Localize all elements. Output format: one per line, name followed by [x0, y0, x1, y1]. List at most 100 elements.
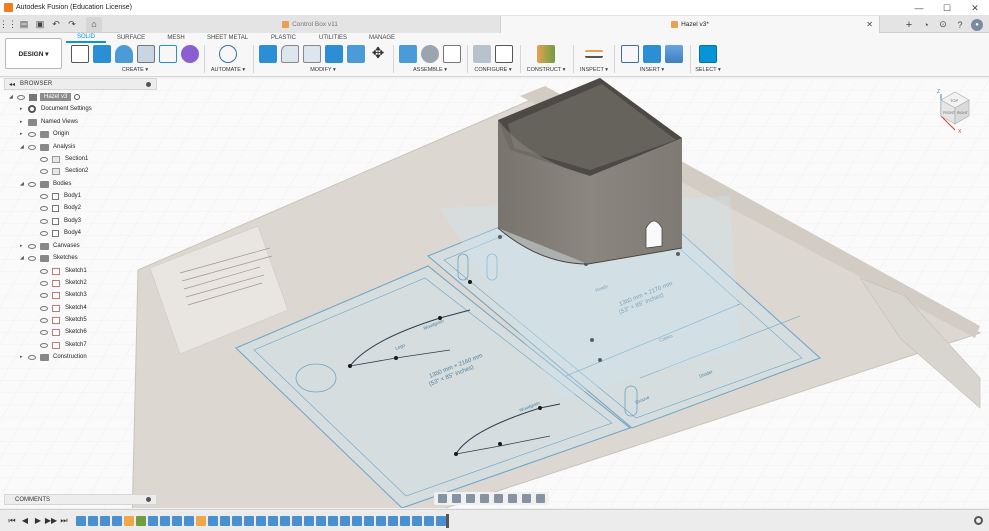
viewport-canvas[interactable]: 1360 mm × 2160 mm (53" × 85" inches) 136…	[0, 78, 989, 508]
sketch-points[interactable]	[348, 235, 680, 456]
tree-item-body3[interactable]: Body3	[40, 215, 81, 227]
help-icon[interactable]: ?	[954, 19, 966, 31]
select-icon[interactable]	[699, 45, 717, 63]
orbit-icon[interactable]	[438, 494, 447, 503]
fillet-icon[interactable]	[281, 45, 299, 63]
timeline-forward-button[interactable]: ▶▶	[45, 515, 57, 527]
collapse-icon[interactable]: ◢	[20, 181, 28, 187]
tree-item-section1[interactable]: Section1	[40, 153, 88, 165]
timeline-feature-icon[interactable]	[292, 515, 302, 526]
revolve-icon[interactable]	[115, 45, 133, 63]
measure-icon[interactable]	[585, 50, 603, 58]
pan-icon[interactable]	[466, 494, 475, 503]
timeline-feature-icon[interactable]	[340, 515, 350, 526]
visibility-eye-icon[interactable]	[40, 292, 48, 298]
timeline-feature-icon[interactable]	[136, 515, 146, 526]
tree-item-sketch5[interactable]: Sketch5	[40, 314, 87, 326]
joint-icon[interactable]	[421, 45, 439, 63]
extrude-icon[interactable]	[93, 45, 111, 63]
tree-item-canvases[interactable]: ▸ Canvases	[20, 240, 80, 252]
tab-manage[interactable]: MANAGE	[358, 33, 406, 43]
timeline-feature-icon[interactable]	[436, 515, 446, 526]
timeline-feature-icon[interactable]	[148, 515, 158, 526]
inspect-menu[interactable]: INSPECT ▾	[575, 65, 613, 75]
timeline-feature-icon[interactable]	[220, 515, 230, 526]
visibility-eye-icon[interactable]	[40, 317, 48, 323]
visibility-eye-icon[interactable]	[40, 280, 48, 286]
timeline-settings-gear-icon[interactable]	[974, 516, 983, 525]
timeline-feature-icon[interactable]	[352, 515, 362, 526]
tab-mesh[interactable]: MESH	[156, 33, 196, 43]
pin-icon[interactable]	[146, 81, 151, 87]
grid-icon[interactable]	[522, 494, 531, 503]
tree-item-named-views[interactable]: ▸ Named Views	[20, 116, 78, 128]
tree-item-sketch6[interactable]: Sketch6	[40, 326, 87, 338]
timeline-feature-icon[interactable]	[112, 515, 122, 526]
timeline-feature-icon[interactable]	[184, 515, 194, 526]
notifications-icon[interactable]: ⊙	[937, 19, 949, 31]
zoom-icon[interactable]	[480, 494, 489, 503]
tree-item-sketch2[interactable]: Sketch2	[40, 277, 87, 289]
timeline-feature-icon[interactable]	[232, 515, 242, 526]
timeline-feature-icon[interactable]	[196, 515, 206, 526]
replace-face-icon[interactable]	[347, 45, 365, 63]
timeline-feature-icon[interactable]	[160, 515, 170, 526]
visibility-eye-icon[interactable]	[40, 230, 48, 236]
viewcube-canvas[interactable]: TOP FRONT RIGHT Z X	[935, 88, 975, 135]
visibility-eye-icon[interactable]	[28, 255, 36, 261]
tree-item-body4[interactable]: Body4	[40, 227, 81, 239]
timeline-feature-icon[interactable]	[256, 515, 266, 526]
add-comment-icon[interactable]	[146, 497, 151, 502]
tab-utilities[interactable]: UTILITIES	[308, 33, 358, 43]
timeline-feature-icon[interactable]	[388, 515, 398, 526]
tree-item-sketches[interactable]: ◢ Sketches	[20, 252, 78, 264]
browser-header[interactable]: ◂◂ BROWSER	[4, 78, 157, 90]
avatar[interactable]: ●	[971, 18, 983, 31]
sketch-curve-1[interactable]	[349, 309, 471, 367]
insert-menu[interactable]: INSERT ▾	[617, 65, 687, 75]
visibility-eye-icon[interactable]	[28, 181, 36, 187]
3d-viewport[interactable]: 1360 mm × 2160 mm (53" × 85" inches) 136…	[0, 78, 989, 508]
collapse-icon[interactable]: ◢	[20, 144, 28, 150]
shell-icon[interactable]	[303, 45, 321, 63]
tree-item-sketch7[interactable]: Sketch7	[40, 339, 87, 351]
undo-icon[interactable]: ↶	[48, 16, 64, 33]
configure-table-icon[interactable]	[495, 45, 513, 63]
form-icon[interactable]	[181, 45, 199, 63]
visibility-eye-icon[interactable]	[28, 354, 36, 360]
timeline-feature-icon[interactable]	[376, 515, 386, 526]
insert-icon[interactable]	[643, 45, 661, 63]
timeline-feature-icon[interactable]	[76, 515, 86, 526]
tab-surface[interactable]: SURFACE	[106, 33, 156, 43]
viewcube[interactable]: TOP FRONT RIGHT Z X	[935, 88, 975, 135]
new-component-icon[interactable]	[399, 45, 417, 63]
timeline-feature-icon[interactable]	[280, 515, 290, 526]
timeline-feature-icon[interactable]	[304, 515, 314, 526]
automate-icon[interactable]	[219, 45, 237, 63]
timeline-end-button[interactable]: ⏭	[58, 515, 70, 527]
tree-item-bodies[interactable]: ◢ Bodies	[20, 178, 71, 190]
fit-icon[interactable]	[494, 494, 503, 503]
timeline-marker[interactable]	[446, 513, 449, 528]
visibility-eye-icon[interactable]	[40, 156, 48, 162]
timeline-feature-icon[interactable]	[244, 515, 254, 526]
construct-menu[interactable]: CONSTRUCT ▾	[522, 65, 570, 75]
pattern-icon[interactable]	[159, 45, 177, 63]
redo-icon[interactable]: ↷	[64, 16, 80, 33]
visibility-eye-icon[interactable]	[40, 168, 48, 174]
visibility-eye-icon[interactable]	[40, 329, 48, 335]
timeline-start-button[interactable]: ⏮	[6, 515, 18, 527]
visibility-eye-icon[interactable]	[40, 193, 48, 199]
sketch-curve-3[interactable]	[455, 403, 561, 455]
select-menu[interactable]: SELECT ▾	[692, 65, 724, 75]
tab-control-box[interactable]: Control Box v11	[120, 16, 500, 33]
expand-icon[interactable]: ▸	[20, 354, 28, 360]
sketch-panel-right[interactable]	[427, 177, 821, 429]
visibility-eye-icon[interactable]	[40, 305, 48, 311]
timeline-feature-icon[interactable]	[316, 515, 326, 526]
collapse-icon[interactable]: ◂◂	[9, 81, 15, 88]
close-tab-icon[interactable]: ✕	[866, 20, 873, 29]
expand-icon[interactable]: ▸	[20, 131, 28, 137]
comments-panel[interactable]: COMMENTS	[4, 494, 157, 505]
collapse-icon[interactable]: ◢	[20, 255, 28, 261]
